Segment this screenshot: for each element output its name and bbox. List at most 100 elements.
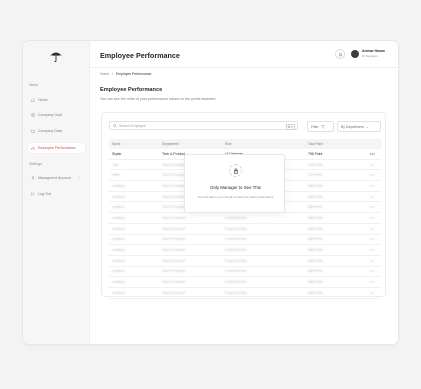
employee-points: 680 Point [308,205,323,210]
employee-points: 740 Point [308,162,323,167]
employee-name: Loki [112,162,119,167]
page-title: Employee Performance [100,51,180,60]
more-options-icon[interactable]: ••• [370,173,375,177]
table-row[interactable]: Jamison Tech & Product Front End Dev 680 Po… [109,235,381,246]
sidebar-item-log-out[interactable]: Log Out [28,189,85,199]
employee-name: Jamison [112,237,125,242]
sidebar: Menu Home Company Goal Company Data Empl… [23,41,90,344]
column-header[interactable]: Department [162,142,179,146]
bell-icon [338,52,342,56]
more-options-icon[interactable]: ••• [370,163,375,167]
column-header[interactable]: Total Point [308,142,323,146]
chart-icon [31,146,35,150]
more-options-icon[interactable]: ••• [370,227,375,231]
employee-points: 680 Point [308,194,323,199]
employee-name: Jamison [112,215,125,220]
restricted-overlay: Only Manager to See This You can ask to … [184,154,285,213]
table-row[interactable]: Jamison Tech & Product Front End Dev 680 Po… [109,245,381,256]
employee-department: Tech & Product [162,173,185,178]
employee-name: Jamison [112,194,125,199]
more-options-icon[interactable]: ••• [370,205,375,209]
sidebar-item-label: Managment Account [38,176,71,180]
search-icon [113,123,117,128]
search-shortcut: ⌘ K [285,123,295,130]
search-placeholder: Search Employee [119,123,146,128]
employee-department: Tech & Product [162,258,185,263]
more-options-icon[interactable]: ••• [370,184,375,188]
lock-icon [233,167,238,174]
notification-button[interactable] [335,49,345,59]
employee-name: Jamison [112,290,125,295]
employee-name: Jamison [112,269,125,274]
sidebar-item-label: Employee Performance [38,146,76,150]
more-options-icon[interactable]: ••• [370,259,375,263]
employee-points: 680 Point [308,269,323,274]
avatar[interactable] [351,50,359,58]
search-input[interactable]: Search Employee ⌘ K [109,121,298,130]
table-row[interactable]: Jamison Tech & Product Front End Dev 680 Po… [109,256,381,267]
more-options-icon[interactable]: ••• [370,291,375,295]
table-row[interactable]: Jamison Tech & Product Front End Dev 680 Po… [109,288,381,299]
employee-name: Jamison [112,205,125,210]
main-content: Employee Performance Ammar Hasan UI Desi… [90,41,398,344]
sidebar-item-label: Company Data [38,129,62,133]
lock-badge [229,164,242,177]
more-options-icon[interactable]: ••• [370,269,375,273]
employee-role: Front End Dev [225,215,247,220]
table-row[interactable]: Jamison Tech & Product Front End Dev 680 Po… [109,267,381,278]
employee-points: 680 Point [308,248,323,253]
employee-department: Tech & Product [162,226,185,231]
breadcrumb: Home / Employee Performance [100,72,151,76]
chevron-down-icon: ⌄ [365,124,369,129]
sidebar-item-managment-account[interactable]: Managment Account › [28,173,85,183]
department-dropdown[interactable]: By Department ⌄ [337,121,381,132]
table-row[interactable]: Jamison Tech & Product Front End Dev 680 Po… [109,213,381,224]
employee-points: 680 Point [308,290,323,295]
chevron-right-icon: › [78,176,80,180]
employee-points: 720 Point [308,173,323,178]
sidebar-item-label: Company Goal [38,113,62,117]
breadcrumb-home[interactable]: Home [100,72,109,76]
employee-name: Jamison [112,226,125,231]
employee-points: 680 Point [308,183,323,188]
more-options-icon[interactable]: ••• [370,152,375,156]
column-header[interactable]: Role [225,142,232,146]
employee-name: Jamison [112,183,125,188]
table-row[interactable]: Jamison Tech & Product Front End Dev 680 Po… [109,277,381,288]
employee-department: Tech & Product [162,183,185,188]
column-header[interactable]: Name [112,142,121,146]
folder-icon [31,129,35,133]
sidebar-item-company-data[interactable]: Company Data [28,126,85,136]
more-options-icon[interactable]: ••• [370,237,375,241]
more-options-icon[interactable]: ••• [370,248,375,252]
employee-department: Tech & Product [162,280,185,285]
employee-points: 680 Point [308,237,323,242]
employee-role: Front End Dev [225,280,247,285]
employee-name: Jamison [112,248,125,253]
table-row[interactable]: Jamison Tech & Product Front End Dev 680 Po… [109,224,381,235]
table-header: Name Department Role Total Point [109,139,381,149]
section-title: Employee Performance [100,87,163,93]
filter-button[interactable]: Filter [307,121,334,132]
employee-name: Jamison [112,258,125,263]
employee-department: Tech & Product [162,215,185,220]
sidebar-item-company-goal[interactable]: Company Goal [28,110,85,120]
section-subtitle: You can see the order of your performanc… [100,97,217,101]
employee-department: Tech & Product [162,205,185,210]
filter-label: Filter [311,124,319,129]
employee-department: Tech & Product [162,237,185,242]
employee-role: Front End Dev [225,226,247,231]
user-name: Ammar Hasan [362,49,385,53]
menu-section-label: Menu [29,83,38,87]
sidebar-item-employee-performance[interactable]: Employee Performance [28,143,85,153]
more-options-icon[interactable]: ••• [370,216,375,220]
breadcrumb-current: Employee Performance [116,72,152,76]
breadcrumb-separator: / [112,72,113,76]
settings-section-label: Settings [29,162,42,166]
employee-points: 680 Point [308,258,323,263]
more-options-icon[interactable]: ••• [370,195,375,199]
top-bar: Employee Performance Ammar Hasan UI Desi… [90,41,398,68]
filter-icon [320,125,325,128]
sidebar-item-home[interactable]: Home [28,95,85,105]
more-options-icon[interactable]: ••• [370,280,375,284]
